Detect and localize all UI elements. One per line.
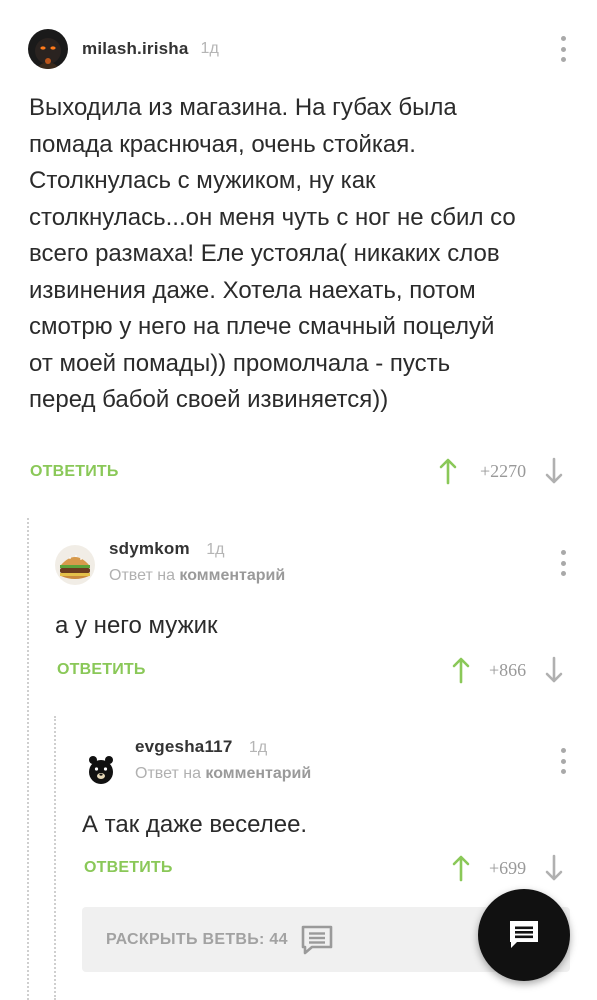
timestamp: 1д	[200, 40, 219, 57]
comment-header: sdymkom 1д	[109, 539, 224, 559]
reply-button[interactable]: ОТВЕТИТЬ	[57, 661, 146, 679]
thread-line-level-1	[27, 518, 29, 1000]
timestamp: 1д	[248, 739, 268, 756]
username[interactable]: milash.irisha	[82, 39, 189, 59]
new-comment-fab[interactable]	[478, 889, 570, 981]
reply-button[interactable]: ОТВЕТИТЬ	[30, 463, 119, 481]
reply-button[interactable]: ОТВЕТИТЬ	[84, 859, 173, 877]
comment-header: milash.irisha 1д	[28, 29, 219, 69]
reply-to-prefix: Ответ на	[135, 765, 201, 782]
thread-line-level-2	[54, 716, 56, 1000]
comment-text: А так даже веселее.	[82, 811, 308, 838]
more-options-icon[interactable]	[553, 748, 573, 774]
downvote-arrow-icon[interactable]	[544, 656, 564, 684]
comments-icon	[301, 925, 333, 954]
reply-to-prefix: Ответ на	[109, 567, 175, 584]
rating-score: +2270	[480, 460, 527, 481]
comment-icon	[510, 921, 538, 948]
expand-branch-label: РАСКРЫТЬ ВЕТВЬ: 44	[106, 930, 288, 948]
upvote-arrow-icon[interactable]	[438, 457, 458, 485]
username[interactable]: sdymkom	[109, 539, 190, 558]
bear-avatar-icon[interactable]	[85, 753, 117, 785]
vote-controls: +866	[451, 656, 564, 684]
vote-controls: +699	[451, 854, 564, 882]
reply-to-link[interactable]: комментарий	[179, 567, 285, 584]
downvote-arrow-icon[interactable]	[544, 854, 564, 882]
upvote-arrow-icon[interactable]	[451, 854, 471, 882]
comment-text: а у него мужик	[55, 612, 218, 639]
comment-text: Выходила из магазина. На губах была пома…	[29, 94, 516, 413]
rating-score: +866	[489, 659, 527, 680]
reply-to-line: Ответ на комментарий	[135, 765, 311, 783]
downvote-arrow-icon[interactable]	[544, 457, 564, 485]
vote-controls: +2270	[438, 457, 564, 485]
rating-score: +699	[489, 857, 527, 878]
reply-to-line: Ответ на комментарий	[109, 567, 285, 585]
burger-avatar-icon[interactable]	[55, 545, 95, 585]
more-options-icon[interactable]	[553, 36, 573, 62]
more-options-icon[interactable]	[553, 550, 573, 576]
comment-header: evgesha117 1д	[135, 737, 267, 757]
username[interactable]: evgesha117	[135, 737, 232, 756]
timestamp: 1д	[206, 541, 225, 558]
reply-to-link[interactable]: комментарий	[205, 765, 311, 782]
upvote-arrow-icon[interactable]	[451, 656, 471, 684]
dark-avatar-icon[interactable]	[28, 29, 68, 69]
